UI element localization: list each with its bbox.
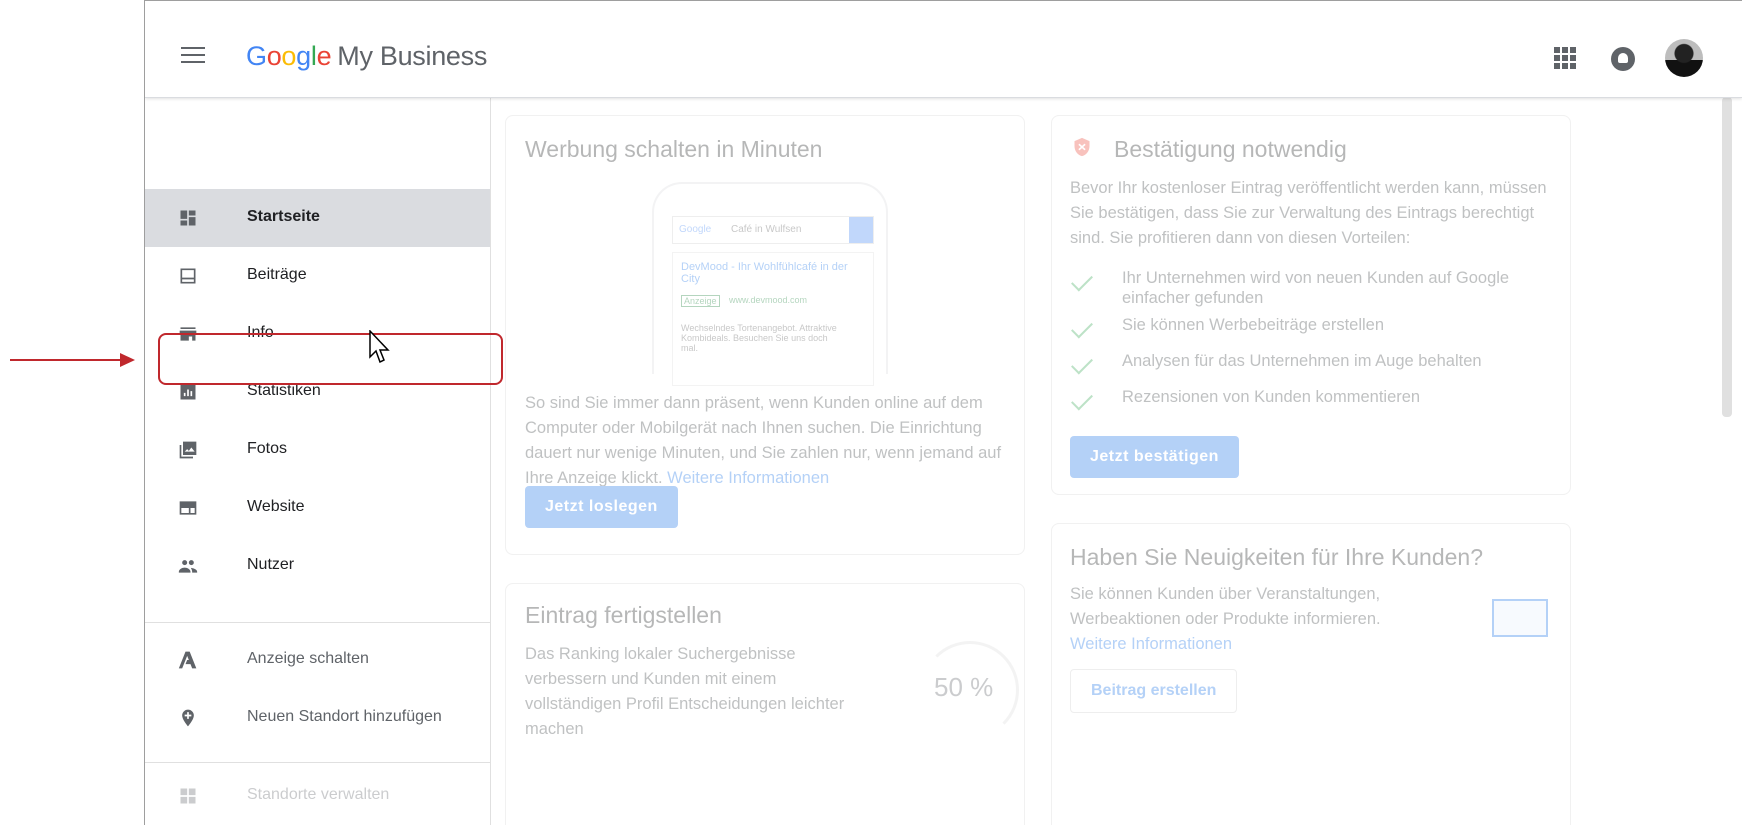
sidebar-item-label: Anzeige schalten xyxy=(247,650,369,667)
verify-now-button[interactable]: Jetzt bestätigen xyxy=(1070,436,1239,478)
sidebar-item-label: Startseite xyxy=(247,208,320,225)
sidebar-item-label: Beiträge xyxy=(247,266,307,283)
sidebar-item-beitraege[interactable]: Beiträge xyxy=(145,247,490,305)
sidebar-divider xyxy=(145,762,490,763)
notifications-icon[interactable] xyxy=(1611,47,1635,71)
sidebar-item-startseite[interactable]: Startseite xyxy=(145,189,490,247)
avatar[interactable] xyxy=(1665,39,1703,77)
mouse-cursor-icon xyxy=(369,330,390,364)
verification-card-title: Bestätigung notwendig xyxy=(1114,136,1347,162)
users-icon xyxy=(178,560,198,573)
verification-card: Bestätigung notwendig Bevor Ihr kostenlo… xyxy=(1051,115,1571,495)
news-card-title: Haben Sie Neuigkeiten für Ihre Kunden? xyxy=(1070,544,1484,570)
insights-icon xyxy=(180,384,196,400)
sidebar: Startseite Beiträge Info Statistiken Fot… xyxy=(145,97,491,825)
info-highlight-box xyxy=(158,333,503,385)
complete-card-title: Eintrag fertigstellen xyxy=(525,602,722,628)
website-icon xyxy=(179,501,197,515)
apps-grid-icon[interactable] xyxy=(1554,47,1576,69)
mock-search-bar: Google Café in Wulfsen xyxy=(672,216,874,244)
ads-card: Werbung schalten in Minuten Google Café … xyxy=(505,115,1025,555)
get-started-button[interactable]: Jetzt loslegen xyxy=(525,486,678,528)
progress-label: 50 % xyxy=(934,672,994,702)
verification-card-body: Bevor Ihr kostenloser Eintrag veröffentl… xyxy=(1070,179,1547,247)
app-logo[interactable]: Google My Business xyxy=(246,41,487,72)
mock-result: DevMood - Ihr Wohlfühlcafé in der City A… xyxy=(672,252,874,386)
complete-card-body: Das Ranking lokaler Suchergebnisse verbe… xyxy=(525,645,845,738)
top-app-bar: Google My Business xyxy=(145,1,1742,98)
product-name: My Business xyxy=(337,41,488,71)
check-icon xyxy=(1071,316,1093,339)
check-icon xyxy=(1071,388,1093,411)
sidebar-item-standorte-verwalten[interactable]: Standorte verwalten xyxy=(145,767,490,825)
main-content: Werbung schalten in Minuten Google Café … xyxy=(491,98,1742,825)
ads-card-body: So sind Sie immer dann präsent, wenn Kun… xyxy=(525,394,1002,487)
add-location-icon xyxy=(182,709,194,727)
search-icon xyxy=(849,217,873,243)
sidebar-item-label: Nutzer xyxy=(247,556,295,573)
annotation-arrow-line xyxy=(10,359,126,361)
scrollbar[interactable] xyxy=(1722,97,1732,417)
news-card-body: Sie können Kunden über Veranstaltungen, … xyxy=(1070,585,1381,653)
sidebar-item-label: Fotos xyxy=(247,440,288,457)
ads-icon xyxy=(178,651,197,669)
shield-alert-icon xyxy=(1074,137,1090,157)
sidebar-item-neuer-standort[interactable]: Neuen Standort hinzufügen xyxy=(145,689,490,747)
complete-listing-card: Eintrag fertigstellen Das Ranking lokale… xyxy=(505,583,1025,825)
dashboard-icon xyxy=(180,210,196,226)
news-learn-more-link[interactable]: Weitere Informationen xyxy=(1070,635,1232,653)
locations-icon xyxy=(180,788,196,804)
menu-icon[interactable] xyxy=(181,47,205,68)
sidebar-item-label: Standorte verwalten xyxy=(247,786,390,803)
sidebar-item-label: Website xyxy=(247,498,305,515)
phone-illustration: Google Café in Wulfsen DevMood - Ihr Woh… xyxy=(652,182,888,386)
browser-window: Google My Business Startseite Beiträge In… xyxy=(144,0,1742,825)
check-icon xyxy=(1071,269,1093,292)
sidebar-item-label: Neuen Standort hinzufügen xyxy=(247,708,442,725)
sidebar-item-nutzer[interactable]: Nutzer xyxy=(145,537,490,595)
sidebar-item-website[interactable]: Website xyxy=(145,479,490,537)
news-card: Haben Sie Neuigkeiten für Ihre Kunden? S… xyxy=(1051,523,1571,825)
posts-icon xyxy=(180,268,196,284)
ads-learn-more-link[interactable]: Weitere Informationen xyxy=(667,469,829,487)
check-icon xyxy=(1071,352,1093,375)
photos-icon xyxy=(179,441,197,459)
post-illustration xyxy=(1492,599,1548,637)
annotation-arrow-head xyxy=(120,353,135,367)
sidebar-item-anzeige-schalten[interactable]: Anzeige schalten xyxy=(145,631,490,689)
sidebar-divider xyxy=(145,622,490,623)
create-post-button[interactable]: Beitrag erstellen xyxy=(1070,669,1238,713)
ads-card-title: Werbung schalten in Minuten xyxy=(525,136,823,162)
sidebar-item-fotos[interactable]: Fotos xyxy=(145,421,490,479)
